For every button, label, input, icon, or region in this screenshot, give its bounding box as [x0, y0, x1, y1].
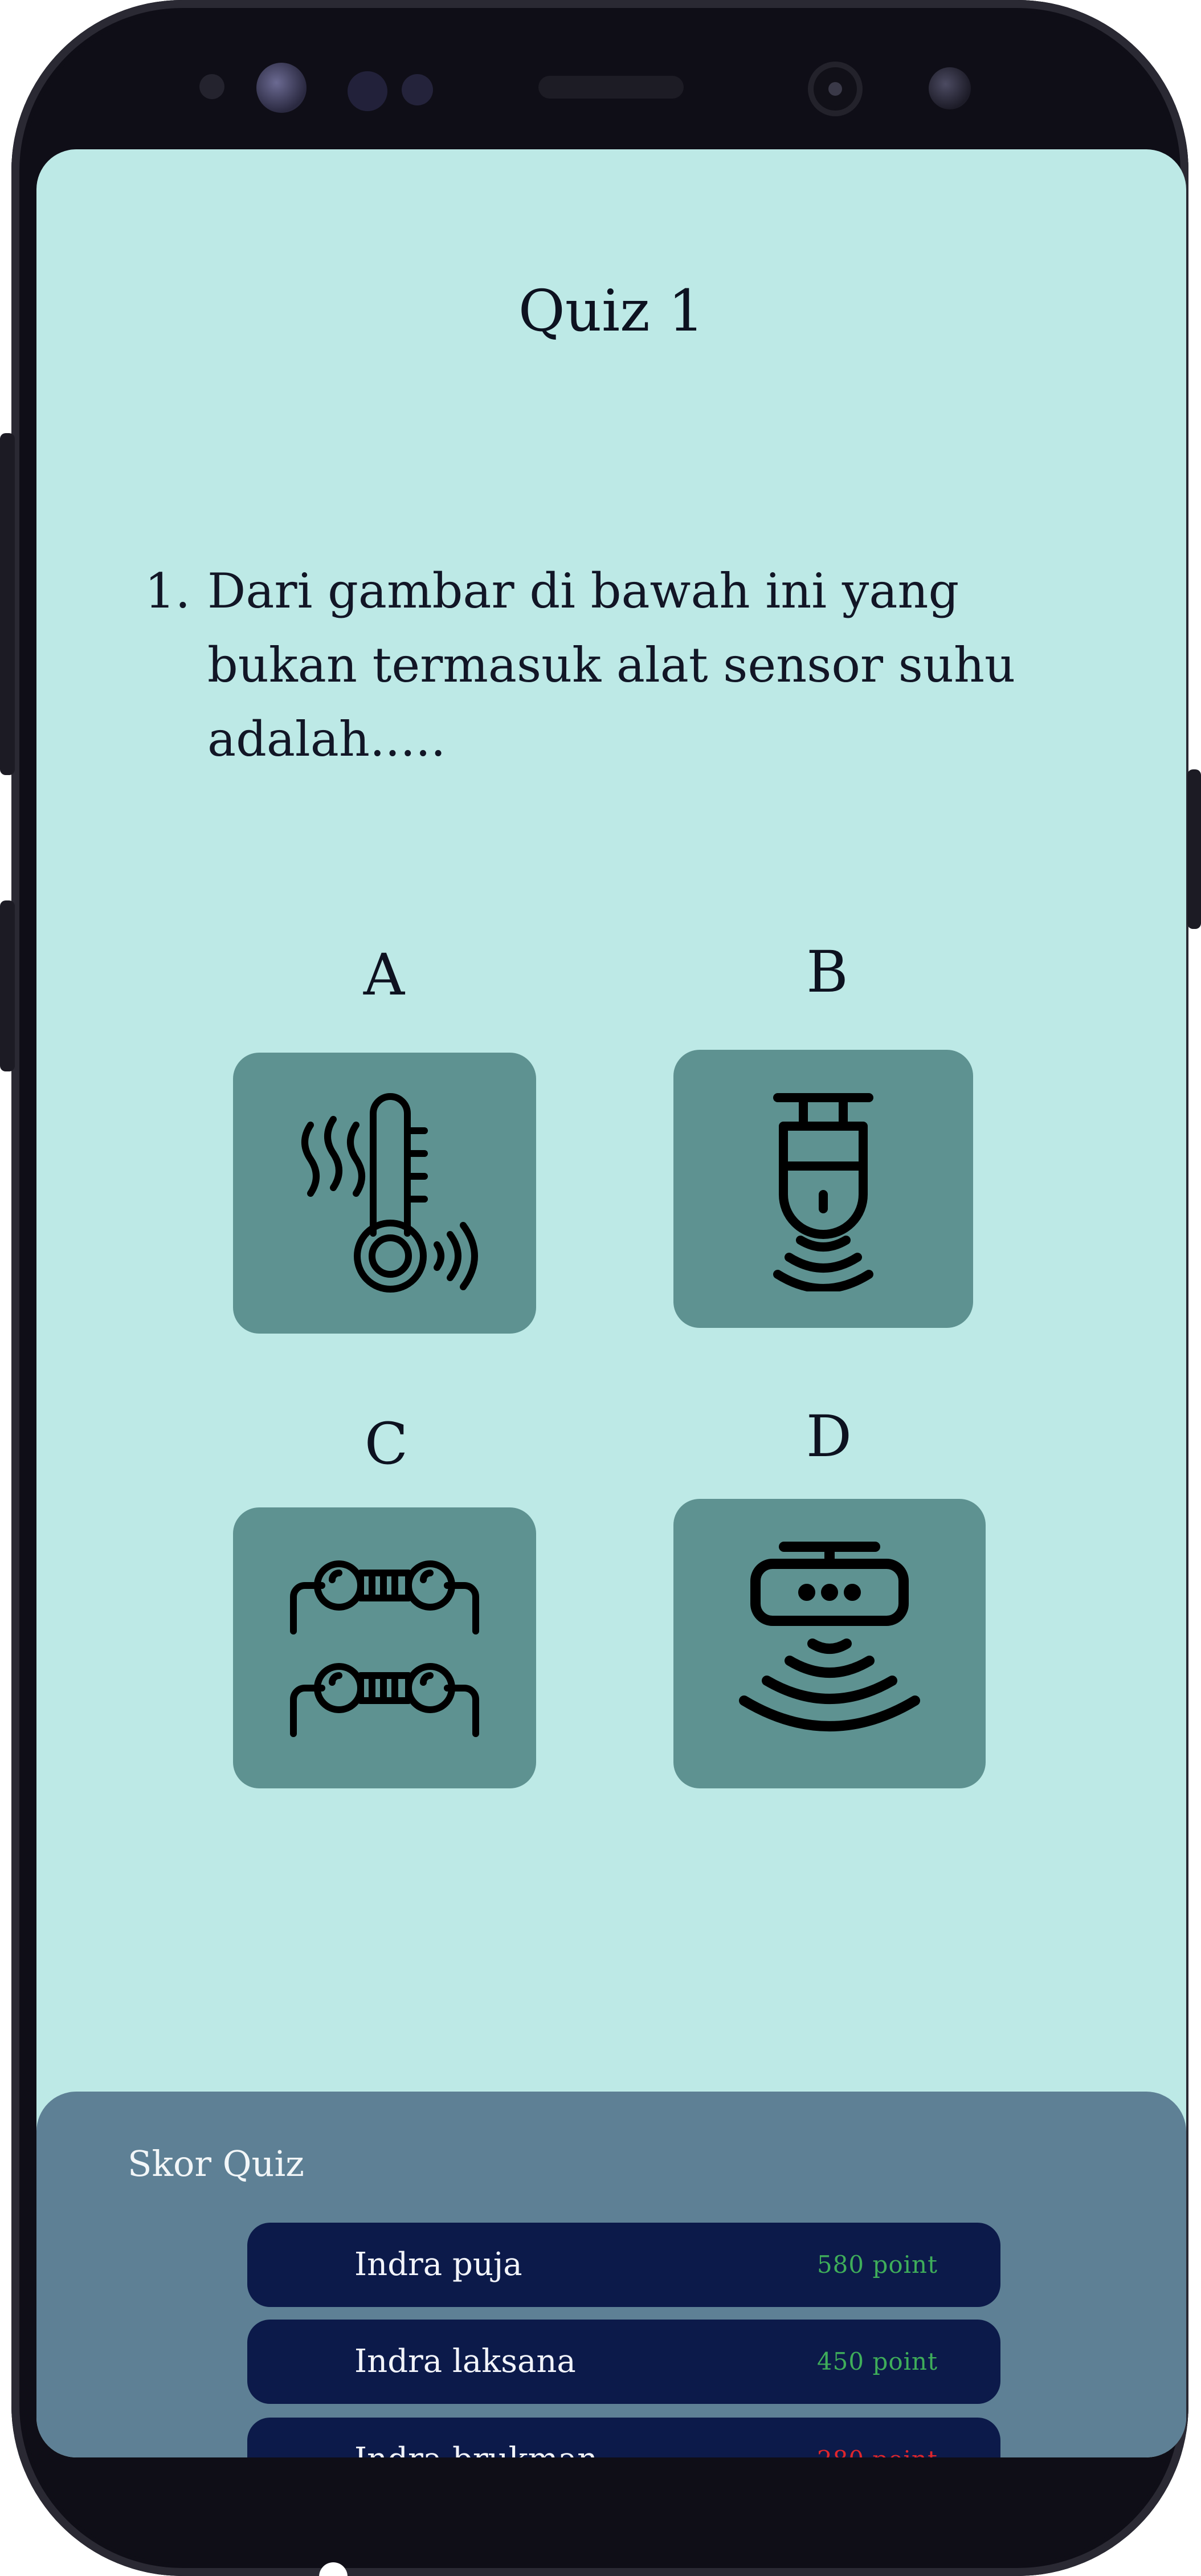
- option-a-label: A: [363, 941, 405, 1008]
- score-row[interactable]: Indra puja 580 point: [247, 2223, 1000, 2307]
- top-bezel: [11, 0, 1188, 154]
- volume-button: [0, 433, 15, 775]
- score-points: 450 point: [816, 2347, 938, 2375]
- score-title: Skor Quiz: [128, 2143, 304, 2184]
- score-panel: Skor Quiz Indra puja 580 point Indra lak…: [36, 2092, 1186, 2457]
- thermometer-sensor-icon: [301, 1093, 478, 1293]
- page-title: Quiz 1: [518, 278, 705, 344]
- option-c-label: C: [364, 1411, 408, 1477]
- ceiling-sensor-icon: [739, 1542, 920, 1731]
- score-row[interactable]: Indra brukman 280 point: [247, 2418, 1000, 2457]
- sensor-dot-icon: [402, 74, 433, 105]
- phone-frame: Quiz 1 1. Dari gambar di bawah ini yang …: [11, 0, 1188, 2576]
- question-number: 1.: [145, 563, 191, 619]
- light-sensor-icon: [348, 71, 387, 111]
- earpiece-speaker: [538, 76, 684, 99]
- iris-scanner-icon: [256, 63, 307, 113]
- question-text: Dari gambar di bawah ini yang bukan term…: [207, 563, 1016, 767]
- proximity-sensor-icon: [199, 74, 224, 99]
- option-a-button[interactable]: [233, 1053, 536, 1334]
- option-d-label: D: [806, 1403, 852, 1470]
- app-screen: Quiz 1 1. Dari gambar di bawah ini yang …: [36, 149, 1186, 2457]
- power-button: [1187, 769, 1201, 929]
- option-b-button[interactable]: [673, 1050, 973, 1328]
- ir-sensor-icon: [929, 67, 971, 109]
- front-camera-icon: [808, 62, 863, 116]
- option-b-label: B: [806, 939, 848, 1005]
- score-points: 280 point: [817, 2418, 938, 2457]
- score-row[interactable]: Indra laksana 450 point: [247, 2320, 1000, 2404]
- option-c-button[interactable]: [233, 1507, 536, 1788]
- bixby-button: [0, 900, 15, 1071]
- option-d-button[interactable]: [673, 1499, 986, 1788]
- score-name: Indra laksana: [354, 2343, 576, 2380]
- score-name: Indra puja: [354, 2246, 522, 2283]
- score-points: 580 point: [816, 2251, 938, 2279]
- motion-sensor-icon: [773, 1093, 873, 1291]
- thermistor-icon: [290, 1560, 479, 1737]
- score-name: Indra brukman: [354, 2418, 598, 2457]
